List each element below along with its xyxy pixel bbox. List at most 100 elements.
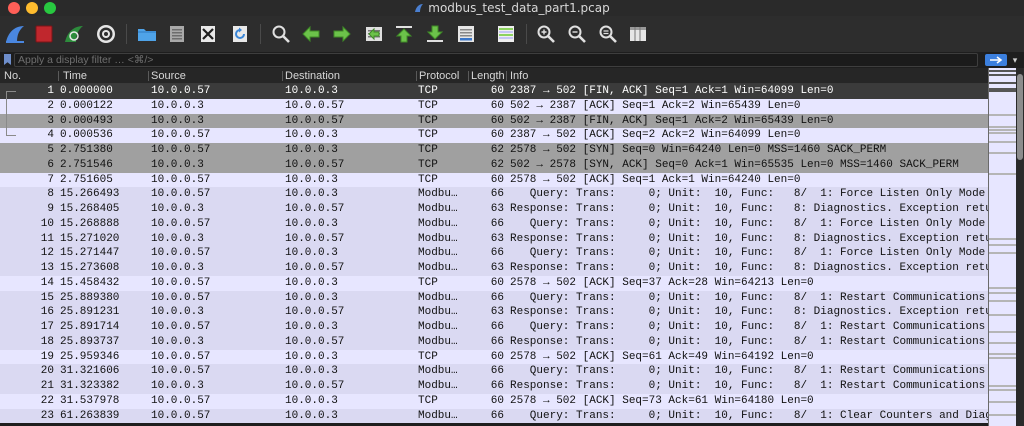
restart-capture-button[interactable]: [63, 23, 85, 45]
go-forward-button[interactable]: [331, 23, 353, 45]
save-file-button[interactable]: [166, 23, 188, 45]
packet-row[interactable]: 9 15.268405 10.0.0.3 10.0.0.57 Modbu… 63 Respo…: [0, 202, 988, 217]
packet-time: 31.537978: [60, 394, 120, 407]
bookmark-icon[interactable]: [4, 54, 11, 65]
go-to-packet-button[interactable]: [363, 23, 385, 45]
packet-info: 2578 → 502 [ACK] Seq=61 Ack=49 Win=64192…: [510, 350, 814, 363]
column-header-info[interactable]: Info: [510, 68, 570, 84]
packet-destination: 10.0.0.57: [285, 306, 345, 319]
column-divider[interactable]: [58, 71, 59, 81]
reload-file-button[interactable]: [229, 23, 251, 45]
packet-row[interactable]: 7 2.751605 10.0.0.57 10.0.0.3 TCP 60 2578 → 50…: [0, 172, 988, 188]
packet-info: Query: Trans: 0; Unit: 10, Func: 8/ 1: F…: [510, 217, 986, 230]
packet-info: 2387 → 502 [FIN, ACK] Seq=1 Ack=1 Win=64…: [510, 85, 834, 97]
folder-icon: [138, 29, 156, 41]
vertical-scrollbar[interactable]: [1016, 68, 1024, 426]
packet-source: 10.0.0.3: [151, 380, 204, 392]
packet-row[interactable]: 2 0.000122 10.0.0.3 10.0.0.57 TCP 60 502 → 238…: [0, 98, 988, 114]
packet-info: Response: Trans: 0; Unit: 10, Func: 8: D…: [510, 232, 988, 245]
column-header-no[interactable]: No.: [4, 68, 56, 84]
column-header-protocol[interactable]: Protocol: [419, 68, 467, 84]
packet-no: 16: [40, 306, 54, 319]
packet-row[interactable]: 22 31.537978 10.0.0.57 10.0.0.3 TCP 60 2578 → …: [0, 393, 988, 409]
resize-columns-button[interactable]: [627, 23, 649, 45]
go-back-button[interactable]: [300, 23, 322, 45]
packet-row[interactable]: 23 61.263839 10.0.0.57 10.0.0.3 Modbu… 66 Que…: [0, 408, 988, 424]
packet-row[interactable]: 19 25.959346 10.0.0.57 10.0.0.3 TCP 60 2578 → …: [0, 349, 988, 365]
packet-row[interactable]: 3 0.000493 10.0.0.3 10.0.0.57 TCP 60 502 → 238…: [0, 113, 988, 129]
packet-destination: 10.0.0.3: [285, 321, 338, 333]
packet-protocol: TCP: [418, 144, 438, 156]
packet-source: 10.0.0.3: [151, 262, 204, 274]
packet-info: Response: Trans: 0; Unit: 10, Func: 8: D…: [510, 262, 988, 274]
packet-row[interactable]: 10 15.268888 10.0.0.57 10.0.0.3 Modbu… 66 Que…: [0, 216, 988, 232]
column-divider[interactable]: [416, 71, 417, 81]
packet-source: 10.0.0.57: [151, 85, 211, 97]
packet-row[interactable]: 12 15.271447 10.0.0.57 10.0.0.3 Modbu… 66 Que…: [0, 246, 988, 261]
packet-info: 2578 → 502 [SYN] Seq=0 Win=64240 Len=0 M…: [510, 144, 887, 156]
packet-info: 2578 → 502 [ACK] Seq=1 Ack=1 Win=64240 L…: [510, 173, 801, 186]
column-header-source[interactable]: Source: [151, 68, 281, 84]
packet-info: 502 → 2387 [FIN, ACK] Seq=1 Ack=2 Win=65…: [510, 114, 834, 127]
zoom-out-button[interactable]: [566, 23, 588, 45]
packet-time: 2.751380: [60, 144, 113, 156]
packet-list[interactable]: No. Time Source Destination Protocol Len…: [0, 68, 988, 426]
packet-source: 10.0.0.3: [151, 306, 204, 319]
find-packet-button[interactable]: [270, 23, 292, 45]
packet-destination: 10.0.0.57: [285, 158, 345, 171]
display-filter-input[interactable]: Apply a display filter … <⌘/>: [14, 53, 978, 67]
open-file-button[interactable]: [136, 23, 158, 45]
packet-row[interactable]: 8 15.266493 10.0.0.57 10.0.0.3 Modbu… 66 Quer…: [0, 187, 988, 202]
minimap-mark: [989, 385, 1017, 387]
minimap-mark: [989, 132, 1017, 134]
packet-row[interactable]: 17 25.891714 10.0.0.57 10.0.0.3 Modbu… 66 Que…: [0, 320, 988, 335]
zoom-in-button[interactable]: [535, 23, 557, 45]
column-divider[interactable]: [148, 71, 149, 81]
packet-row[interactable]: 13 15.273608 10.0.0.3 10.0.0.57 Modbu… 63 Resp…: [0, 261, 988, 276]
first-packet-button[interactable]: [393, 23, 415, 45]
packet-row[interactable]: 18 25.893737 10.0.0.3 10.0.0.57 Modbu… 66 Resp…: [0, 334, 988, 350]
packet-row[interactable]: 5 2.751380 10.0.0.57 10.0.0.3 TCP 62 2578 → 50…: [0, 143, 988, 158]
packet-row[interactable]: 11 15.271020 10.0.0.3 10.0.0.57 Modbu… 63 Resp…: [0, 231, 988, 247]
packet-destination: 10.0.0.3: [285, 247, 338, 260]
column-divider[interactable]: [282, 71, 283, 81]
packet-protocol: Modbu…: [418, 380, 458, 392]
close-file-button[interactable]: [197, 23, 219, 45]
packet-row[interactable]: 14 15.458432 10.0.0.57 10.0.0.3 TCP 60 2578 → …: [0, 275, 988, 291]
filter-history-dropdown[interactable]: ▾: [1009, 55, 1021, 65]
packet-row[interactable]: 15 25.889380 10.0.0.57 10.0.0.3 Modbu… 66 Que…: [0, 290, 988, 306]
packet-info: Query: Trans: 0; Unit: 10, Func: 8/ 1: R…: [510, 291, 988, 304]
colorize-lines-icon: [498, 26, 514, 42]
packet-protocol: Modbu…: [418, 335, 458, 348]
packet-row[interactable]: 1 0.000000 10.0.0.57 10.0.0.3 TCP 60 2387 → 50…: [0, 84, 988, 99]
packet-source: 10.0.0.57: [151, 350, 211, 363]
scrollbar-thumb[interactable]: [1017, 74, 1023, 160]
start-capture-button[interactable]: [4, 23, 26, 45]
packet-row[interactable]: 6 2.751546 10.0.0.3 10.0.0.57 TCP 62 502 → 257…: [0, 157, 988, 173]
last-packet-button[interactable]: [424, 23, 446, 45]
packet-row[interactable]: 16 25.891231 10.0.0.3 10.0.0.57 Modbu… 63 Resp…: [0, 305, 988, 320]
packet-row[interactable]: 20 31.321606 10.0.0.57 10.0.0.3 Modbu… 66 Que…: [0, 364, 988, 379]
packet-source: 10.0.0.3: [151, 232, 204, 245]
colorize-button[interactable]: [495, 23, 517, 45]
column-header-destination[interactable]: Destination: [285, 68, 415, 84]
column-divider[interactable]: [506, 71, 507, 81]
packet-minimap[interactable]: [988, 68, 1017, 426]
capture-options-button[interactable]: [95, 23, 117, 45]
stop-capture-button[interactable]: [33, 23, 55, 45]
column-header-time[interactable]: Time: [63, 68, 147, 84]
minimap-mark: [989, 353, 1017, 355]
window-title: modbus_test_data_part1.pcap: [428, 1, 610, 15]
packet-source: 10.0.0.57: [151, 217, 211, 230]
packet-row[interactable]: 21 31.323382 10.0.0.3 10.0.0.57 Modbu… 66 Resp…: [0, 379, 988, 394]
stop-square-icon: [35, 25, 53, 43]
normal-size-button[interactable]: [597, 23, 619, 45]
packet-row[interactable]: 4 0.000536 10.0.0.57 10.0.0.3 TCP 60 2387 → 50…: [0, 128, 988, 143]
minimap-mark: [989, 152, 1017, 154]
column-header-length[interactable]: Length: [471, 68, 505, 84]
apply-filter-button[interactable]: [985, 54, 1007, 66]
column-divider[interactable]: [468, 71, 469, 81]
packet-time: 0.000536: [60, 129, 113, 142]
auto-scroll-button[interactable]: [455, 23, 477, 45]
packet-length: 60: [490, 394, 504, 407]
